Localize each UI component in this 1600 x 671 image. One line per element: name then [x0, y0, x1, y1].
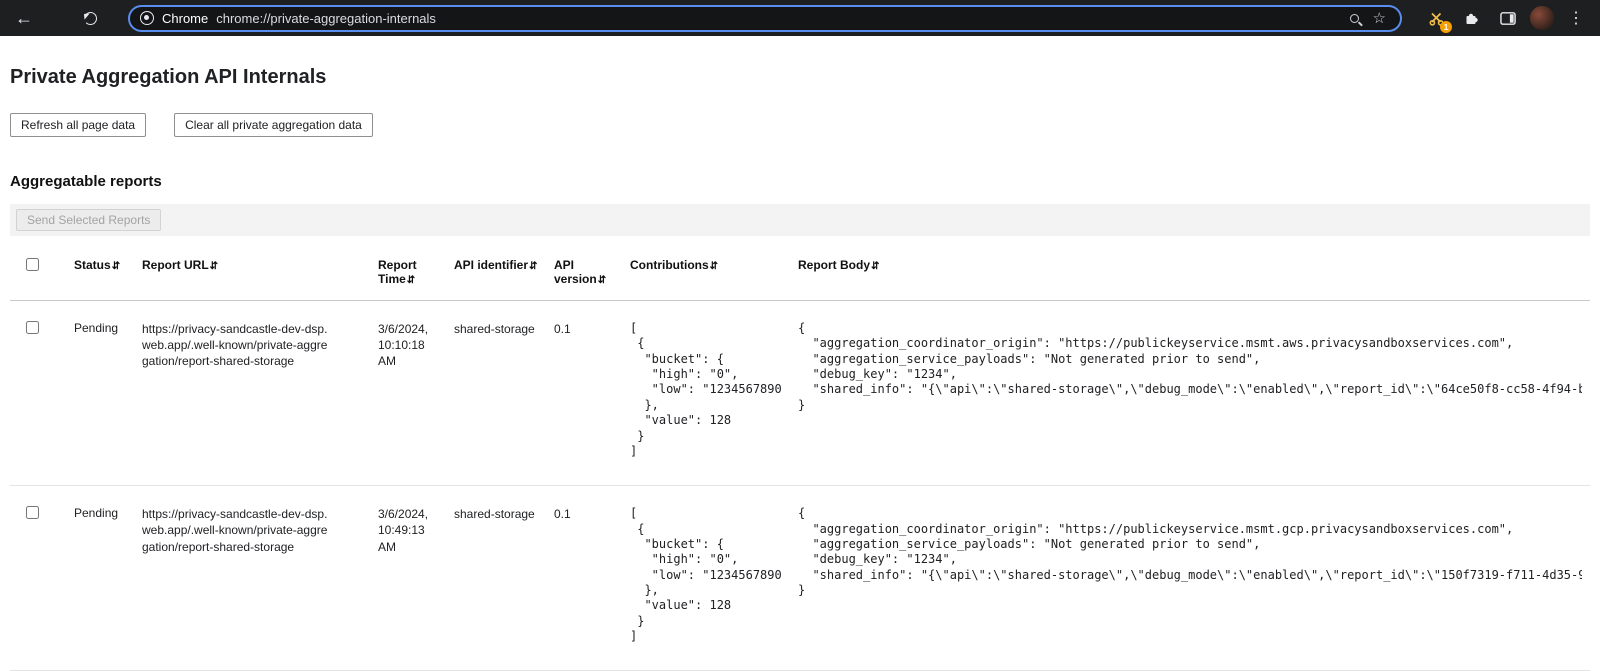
puzzle-icon	[1464, 10, 1480, 26]
report-body-json: { "aggregation_coordinator_origin": "htt…	[798, 506, 1582, 598]
sort-icon: ⇵	[710, 261, 718, 272]
contributions-cell: [ { "bucket": { "high": "0", "low": "123…	[622, 486, 790, 671]
extension-badge: 1	[1440, 21, 1452, 33]
report-body-cell: { "aggregation_coordinator_origin": "htt…	[790, 486, 1590, 671]
table-toolbar-strip: Send Selected Reports	[10, 204, 1590, 236]
profile-avatar[interactable]	[1530, 6, 1554, 30]
report-url-cell: https://privacy-sandcastle-dev-dsp.web.a…	[134, 486, 370, 671]
omnibox[interactable]: Chrome chrome://private-aggregation-inte…	[128, 5, 1402, 32]
header-contributions[interactable]: Contributions⇵	[622, 246, 790, 301]
refresh-all-button[interactable]: Refresh all page data	[10, 113, 146, 137]
sort-icon: ⇵	[112, 261, 120, 272]
side-panel-icon	[1500, 11, 1516, 26]
extension-action-button[interactable]: 1	[1422, 4, 1450, 32]
report-time-cell: 3/6/2024, 10:49:13 AM	[370, 486, 446, 671]
extensions-button[interactable]	[1458, 4, 1486, 32]
report-row: Pending https://privacy-sandcastle-dev-d…	[10, 486, 1590, 671]
reports-table: Status⇵ Report URL⇵ Report Time⇵ API ide…	[10, 246, 1590, 671]
contributions-cell: [ { "bucket": { "high": "0", "low": "123…	[622, 301, 790, 486]
api-version-cell: 0.1	[546, 301, 622, 486]
report-body-json: { "aggregation_coordinator_origin": "htt…	[798, 321, 1582, 413]
header-report-time[interactable]: Report Time⇵	[370, 246, 446, 301]
omnibox-right-icons: ☆	[1350, 11, 1390, 26]
report-url-cell: https://privacy-sandcastle-dev-dsp.web.a…	[134, 301, 370, 486]
row-select-cell	[10, 486, 66, 671]
menu-button[interactable]: ⋮	[1562, 4, 1590, 32]
header-api-identifier[interactable]: API identifier⇵	[446, 246, 546, 301]
select-all-checkbox[interactable]	[26, 258, 39, 271]
header-report-url-label: Report URL	[142, 258, 209, 272]
api-version-cell: 0.1	[546, 486, 622, 671]
api-identifier-cell: shared-storage	[446, 486, 546, 671]
back-icon: ←	[15, 9, 33, 27]
bookmark-star-icon[interactable]: ☆	[1373, 11, 1386, 26]
contributions-json: [ { "bucket": { "high": "0", "low": "123…	[630, 321, 782, 459]
side-panel-button[interactable]	[1494, 4, 1522, 32]
sort-icon: ⇵	[210, 261, 218, 272]
header-api-version[interactable]: API version⇵	[546, 246, 622, 301]
header-api-version-label: API version	[554, 258, 597, 286]
sort-icon: ⇵	[871, 261, 879, 272]
header-contributions-label: Contributions	[630, 258, 709, 272]
row-checkbox[interactable]	[26, 506, 39, 519]
sort-icon: ⇵	[407, 275, 415, 286]
report-time-cell: 3/6/2024, 10:10:18 AM	[370, 301, 446, 486]
back-button[interactable]: ←	[10, 4, 38, 32]
reload-button[interactable]	[76, 4, 104, 32]
reload-icon	[84, 12, 97, 25]
toolbar-right-cluster: 1 ⋮	[1422, 4, 1590, 32]
kebab-menu-icon: ⋮	[1568, 8, 1584, 28]
select-all-cell	[10, 246, 66, 301]
chrome-chip-label: Chrome	[162, 11, 208, 26]
header-api-identifier-label: API identifier	[454, 258, 528, 272]
report-row: Pending https://privacy-sandcastle-dev-d…	[10, 301, 1590, 486]
status-cell: Pending	[66, 486, 134, 671]
url-text[interactable]: chrome://private-aggregation-internals	[216, 11, 1341, 26]
table-header-row: Status⇵ Report URL⇵ Report Time⇵ API ide…	[10, 246, 1590, 301]
api-identifier-cell: shared-storage	[446, 301, 546, 486]
zoom-icon[interactable]	[1350, 14, 1359, 23]
header-report-url[interactable]: Report URL⇵	[134, 246, 370, 301]
header-status[interactable]: Status⇵	[66, 246, 134, 301]
aggregatable-reports-heading: Aggregatable reports	[10, 173, 1590, 190]
row-checkbox[interactable]	[26, 321, 39, 334]
header-status-label: Status	[74, 258, 111, 272]
browser-toolbar: ← Chrome chrome://private-aggregation-in…	[0, 0, 1600, 36]
page-content: Private Aggregation API Internals Refres…	[0, 66, 1600, 671]
clear-all-button[interactable]: Clear all private aggregation data	[174, 113, 373, 137]
report-body-cell: { "aggregation_coordinator_origin": "htt…	[790, 301, 1590, 486]
header-report-body[interactable]: Report Body⇵	[790, 246, 1590, 301]
row-select-cell	[10, 301, 66, 486]
page-actions: Refresh all page data Clear all private …	[10, 113, 1590, 137]
page-title: Private Aggregation API Internals	[10, 66, 1590, 89]
sort-icon: ⇵	[529, 261, 537, 272]
chrome-logo-icon	[140, 11, 154, 25]
contributions-json: [ { "bucket": { "high": "0", "low": "123…	[630, 506, 782, 644]
header-report-body-label: Report Body	[798, 258, 870, 272]
status-cell: Pending	[66, 301, 134, 486]
sort-icon: ⇵	[598, 275, 606, 286]
send-selected-reports-button[interactable]: Send Selected Reports	[16, 209, 161, 231]
